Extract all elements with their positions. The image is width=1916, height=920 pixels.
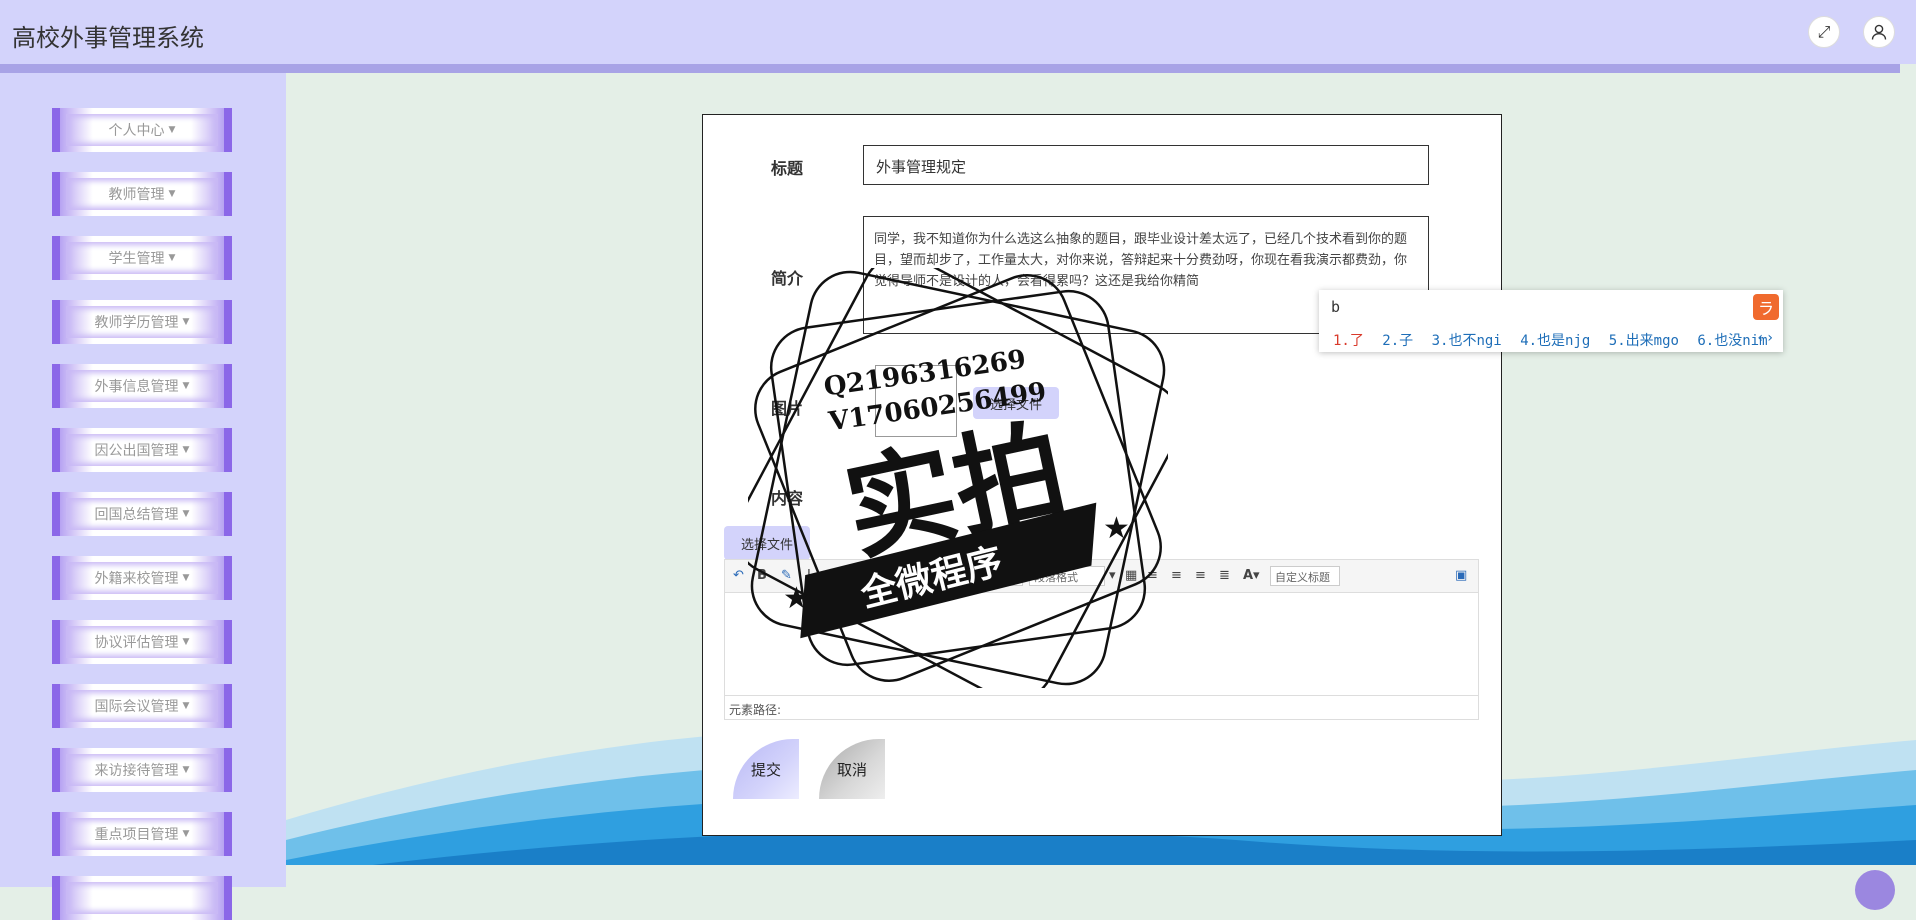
sidebar-item-official-abroad[interactable]: 因公出国管理 ▼ bbox=[52, 428, 232, 472]
sidebar-item-reception[interactable]: 来访接待管理 ▼ bbox=[52, 748, 232, 792]
content-choose-file-button[interactable]: 选择文件 bbox=[724, 526, 810, 560]
cancel-button[interactable]: 取消 bbox=[819, 739, 885, 799]
sidebar-item-label: 重点项目管理 bbox=[94, 827, 179, 843]
sidebar-item-key-projects[interactable]: 重点项目管理 ▼ bbox=[52, 812, 232, 856]
sidebar-item-foreign-visitors[interactable]: 外籍来校管理 ▼ bbox=[52, 556, 232, 600]
align-right-icon[interactable]: ≡ bbox=[1195, 568, 1206, 583]
sidebar-item-label: 个人中心 bbox=[108, 123, 165, 139]
ime-candidate[interactable]: 3.也不ngi bbox=[1432, 333, 1502, 349]
align-left-icon[interactable]: ≡ bbox=[1147, 568, 1158, 583]
rich-text-editor: ↶ B ✎ I — ▯ 字体 段落格式 ▾ ▦ ≡ ≡ ≡ ≣ A▾ 自定义标题… bbox=[724, 559, 1479, 720]
user-icon bbox=[1871, 24, 1887, 40]
custom-title-select[interactable]: 自定义标题 bbox=[1270, 566, 1340, 586]
sidebar-item-label: 回国总结管理 bbox=[94, 507, 179, 523]
submit-button[interactable]: 提交 bbox=[733, 739, 799, 799]
sidebar-item-label: 教师学历管理 bbox=[94, 315, 179, 331]
editor-toolbar: ↶ B ✎ I — ▯ 字体 段落格式 ▾ ▦ ≡ ≡ ≡ ≣ A▾ 自定义标题… bbox=[725, 560, 1478, 593]
image-preview bbox=[875, 365, 957, 437]
format-brush-icon[interactable]: ✎ bbox=[781, 568, 792, 583]
caret-down-icon: ▼ bbox=[168, 253, 176, 263]
app-header: 高校外事管理系统 ⤢ bbox=[0, 0, 1916, 64]
content-footer-strip bbox=[286, 865, 1916, 887]
editor-body[interactable] bbox=[725, 593, 1478, 696]
font-family-select[interactable]: 字体 bbox=[875, 566, 1023, 586]
ime-candidate-popup: b ラ 1.了 2.子 3.也不ngi 4.也是njg 5.出来mgo 6.也没… bbox=[1319, 290, 1783, 352]
ime-logo-icon: ラ bbox=[1753, 294, 1779, 320]
image-choose-file-button[interactable]: 选择文件 bbox=[973, 387, 1059, 419]
ime-composition: b bbox=[1331, 298, 1341, 316]
fullscreen-editor-icon[interactable]: ▣ bbox=[1455, 568, 1467, 583]
dropdown-arrow-icon[interactable]: ▾ bbox=[1109, 568, 1116, 583]
sidebar-item-label: 因公出国管理 bbox=[94, 443, 179, 459]
caret-down-icon: ▼ bbox=[182, 509, 190, 519]
align-center-icon[interactable]: ≡ bbox=[1171, 568, 1182, 583]
caret-down-icon: ▼ bbox=[182, 637, 190, 647]
ime-candidates: 1.了 2.子 3.也不ngi 4.也是njg 5.出来mgo 6.也没nim bbox=[1333, 330, 1778, 350]
table-icon[interactable]: ▦ bbox=[1125, 568, 1137, 583]
sidebar-item-teacher[interactable]: 教师管理 ▼ bbox=[52, 172, 232, 216]
editor-statusbar: 元素路径: bbox=[725, 695, 1478, 719]
caret-down-icon: ▼ bbox=[182, 765, 190, 775]
ime-candidate[interactable]: 4.也是njg bbox=[1520, 333, 1590, 349]
ime-candidate[interactable]: 5.出来mgo bbox=[1609, 333, 1679, 349]
sidebar-item-more[interactable] bbox=[52, 876, 232, 920]
caret-down-icon: ▼ bbox=[182, 701, 190, 711]
underline-icon[interactable]: I bbox=[807, 568, 811, 583]
sidebar-item-label: 来访接待管理 bbox=[94, 763, 179, 779]
caret-down-icon: ▼ bbox=[182, 381, 190, 391]
sidebar-item-foreign-affairs[interactable]: 外事信息管理 ▼ bbox=[52, 364, 232, 408]
image-label: 图片 bbox=[771, 399, 804, 418]
sidebar-item-label: 国际会议管理 bbox=[94, 699, 179, 715]
sidebar-item-personal-center[interactable]: 个人中心 ▼ bbox=[52, 108, 232, 152]
ime-candidate[interactable]: 2.子 bbox=[1382, 333, 1413, 349]
sidebar-item-label: 教师管理 bbox=[108, 187, 165, 203]
sidebar-item-agreement[interactable]: 协议评估管理 ▼ bbox=[52, 620, 232, 664]
sidebar-item-label: 协议评估管理 bbox=[94, 635, 179, 651]
caret-down-icon: ▼ bbox=[168, 189, 176, 199]
content-label: 内容 bbox=[771, 489, 804, 508]
sidebar-item-return-summary[interactable]: 回国总结管理 ▼ bbox=[52, 492, 232, 536]
bold-icon[interactable]: B bbox=[757, 568, 767, 583]
caret-down-icon: ▼ bbox=[182, 573, 190, 583]
caret-down-icon: ▼ bbox=[182, 317, 190, 327]
app-title: 高校外事管理系统 bbox=[12, 24, 204, 52]
caret-down-icon: ▼ bbox=[182, 445, 190, 455]
ime-page-arrows-icon[interactable]: ‹ › bbox=[1757, 330, 1773, 346]
fullscreen-button[interactable]: ⤢ bbox=[1808, 16, 1840, 48]
sidebar-item-label: 外事信息管理 bbox=[94, 379, 179, 395]
sidebar-item-conference[interactable]: 国际会议管理 ▼ bbox=[52, 684, 232, 728]
edit-form-panel: 标题 外事管理规定 简介 同学，我不知道你为什么选这么抽象的题目，跟毕业设计差太… bbox=[702, 114, 1502, 836]
paste-icon[interactable]: ▯ bbox=[855, 568, 862, 583]
user-button[interactable] bbox=[1863, 16, 1895, 48]
caret-down-icon: ▼ bbox=[168, 125, 176, 135]
header-divider bbox=[0, 64, 1900, 73]
sidebar-item-label: 外籍来校管理 bbox=[94, 571, 179, 587]
sidebar-item-label: 学生管理 bbox=[108, 251, 165, 267]
floating-action-button[interactable] bbox=[1855, 870, 1895, 910]
sidebar: 个人中心 ▼ 教师管理 ▼ 学生管理 ▼ 教师学历管理 ▼ 外事信息管理 ▼ 因公出国管理… bbox=[0, 73, 286, 920]
title-label: 标题 bbox=[771, 159, 804, 178]
brief-label: 简介 bbox=[771, 269, 804, 288]
paragraph-format-select[interactable]: 段落格式 bbox=[1029, 566, 1105, 586]
ime-candidate[interactable]: 1.了 bbox=[1333, 333, 1364, 349]
align-justify-icon[interactable]: ≣ bbox=[1219, 568, 1230, 583]
undo-icon[interactable]: ↶ bbox=[733, 568, 744, 583]
horizontal-rule-icon[interactable]: — bbox=[831, 568, 844, 583]
font-color-icon[interactable]: A▾ bbox=[1243, 568, 1260, 583]
sidebar-item-student[interactable]: 学生管理 ▼ bbox=[52, 236, 232, 280]
sidebar-item-teacher-education[interactable]: 教师学历管理 ▼ bbox=[52, 300, 232, 344]
caret-down-icon: ▼ bbox=[182, 829, 190, 839]
title-input[interactable]: 外事管理规定 bbox=[863, 145, 1429, 185]
expand-icon: ⤢ bbox=[1817, 22, 1831, 41]
